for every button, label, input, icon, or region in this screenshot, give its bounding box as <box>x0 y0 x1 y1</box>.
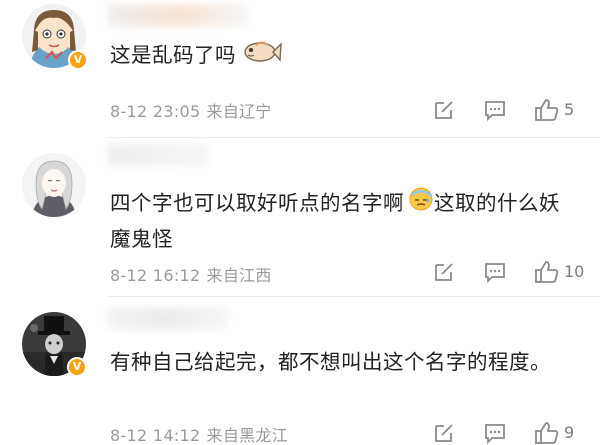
username-blurred <box>108 4 248 26</box>
comment-item: 四个字也可以取好听点的名字啊 这取的什么妖魔鬼怪 8-12 16:12 来自江西 <box>0 138 600 296</box>
comment-date: 8-12 14:12 <box>110 426 201 445</box>
comment-body: 有种自己给起完，都不想叫出这个名字的程度。 <box>110 350 551 374</box>
like-count: 10 <box>564 262 585 281</box>
comment-meta: 8-12 23:05 来自辽宁 <box>110 98 272 122</box>
sweat-emoji-icon <box>408 186 434 222</box>
verified-badge-icon: V <box>68 50 88 70</box>
comment-text: 有种自己给起完，都不想叫出这个名字的程度。 <box>110 345 570 379</box>
like-button[interactable]: 5 <box>534 98 594 122</box>
like-button[interactable]: 10 <box>534 260 594 284</box>
reply-button[interactable] <box>483 421 507 445</box>
edit-button[interactable] <box>432 421 456 445</box>
edit-icon <box>435 424 453 442</box>
thumbs-up-icon <box>535 261 559 283</box>
comment-feed: V 这是乱码了吗 8-12 23:05 来自辽宁 5 四个字也可以取好听点的名字… <box>0 0 600 445</box>
fish-emoji-icon <box>240 36 282 76</box>
like-count: 5 <box>564 100 575 119</box>
comment-icon <box>485 263 505 284</box>
comment-body: 这是乱码了吗 <box>110 43 236 67</box>
like-button[interactable]: 9 <box>534 421 594 445</box>
edit-icon <box>435 101 453 119</box>
edit-icon <box>435 263 453 281</box>
comment-text: 四个字也可以取好听点的名字啊 这取的什么妖魔鬼怪 <box>110 186 570 256</box>
comment-icon <box>485 424 505 445</box>
comment-item: V 有种自己给起完，都不想叫出这个名字的程度。 8-12 14:12 来自黑龙江 <box>0 297 600 445</box>
comment-text: 这是乱码了吗 <box>110 36 570 76</box>
username-blurred <box>108 144 208 166</box>
comment-meta: 8-12 16:12 来自江西 <box>110 262 272 286</box>
comment-item: V 这是乱码了吗 8-12 23:05 来自辽宁 5 <box>0 0 600 137</box>
avatar[interactable] <box>22 153 86 217</box>
sketch-girl-avatar-icon <box>22 153 86 217</box>
verified-badge-icon: V <box>67 357 87 377</box>
comment-body: 四个字也可以取好听点的名字啊 <box>110 191 404 215</box>
comment-date: 8-12 23:05 <box>110 102 201 121</box>
edit-button[interactable] <box>432 98 456 122</box>
comment-location: 来自辽宁 <box>206 102 272 121</box>
username-blurred <box>108 307 228 329</box>
comment-location: 来自江西 <box>206 266 272 285</box>
reply-button[interactable] <box>483 98 507 122</box>
thumbs-up-icon <box>535 422 559 444</box>
comment-meta: 8-12 14:12 来自黑龙江 <box>110 422 288 445</box>
edit-button[interactable] <box>432 260 456 284</box>
comment-icon <box>485 101 505 122</box>
thumbs-up-icon <box>535 99 559 121</box>
like-count: 9 <box>564 423 575 442</box>
comment-location: 来自黑龙江 <box>206 426 289 445</box>
comment-date: 8-12 16:12 <box>110 266 201 285</box>
reply-button[interactable] <box>483 260 507 284</box>
